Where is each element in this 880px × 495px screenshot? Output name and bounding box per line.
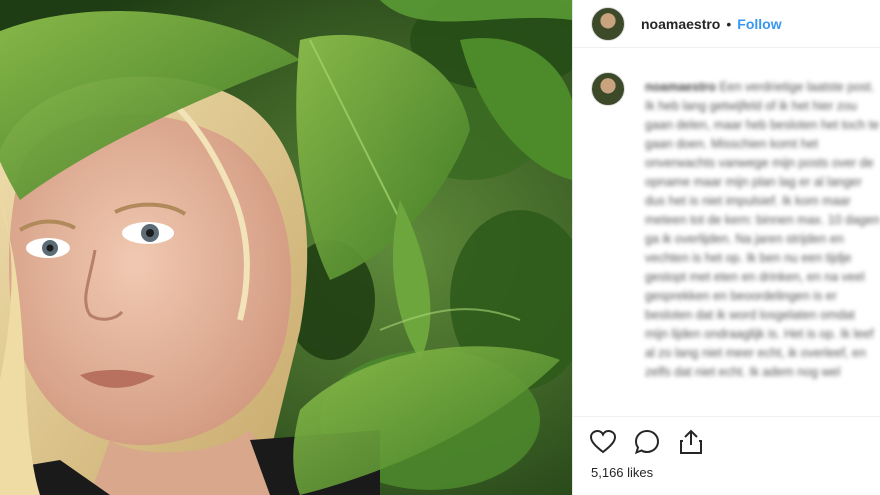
post-header: noamaestro • Follow: [573, 0, 880, 48]
portrait-with-leaves-image: [0, 0, 572, 495]
avatar[interactable]: [591, 6, 625, 41]
heart-icon[interactable]: [589, 428, 617, 456]
caption-row: noamaestro Een verdrietige laatste post.…: [591, 72, 880, 412]
follow-button[interactable]: Follow: [737, 16, 781, 32]
divider: [573, 416, 880, 417]
post-photo: [0, 0, 572, 495]
comment-icon[interactable]: [633, 428, 661, 456]
share-icon[interactable]: [677, 428, 705, 456]
caption-text: Een verdrietige laatste post. Ik heb lan…: [645, 80, 880, 379]
username[interactable]: noamaestro: [641, 16, 720, 32]
caption: noamaestro Een verdrietige laatste post.…: [645, 78, 880, 414]
caption-username[interactable]: noamaestro: [645, 80, 716, 94]
separator-dot: •: [726, 15, 732, 32]
post-actions: [589, 428, 705, 456]
post-sidebar: noamaestro • Follow noamaestro Een verdr…: [572, 0, 880, 495]
instagram-post: noamaestro • Follow noamaestro Een verdr…: [0, 0, 880, 495]
likes-count[interactable]: 5,166 likes: [591, 465, 653, 480]
caption-avatar[interactable]: [591, 72, 625, 106]
